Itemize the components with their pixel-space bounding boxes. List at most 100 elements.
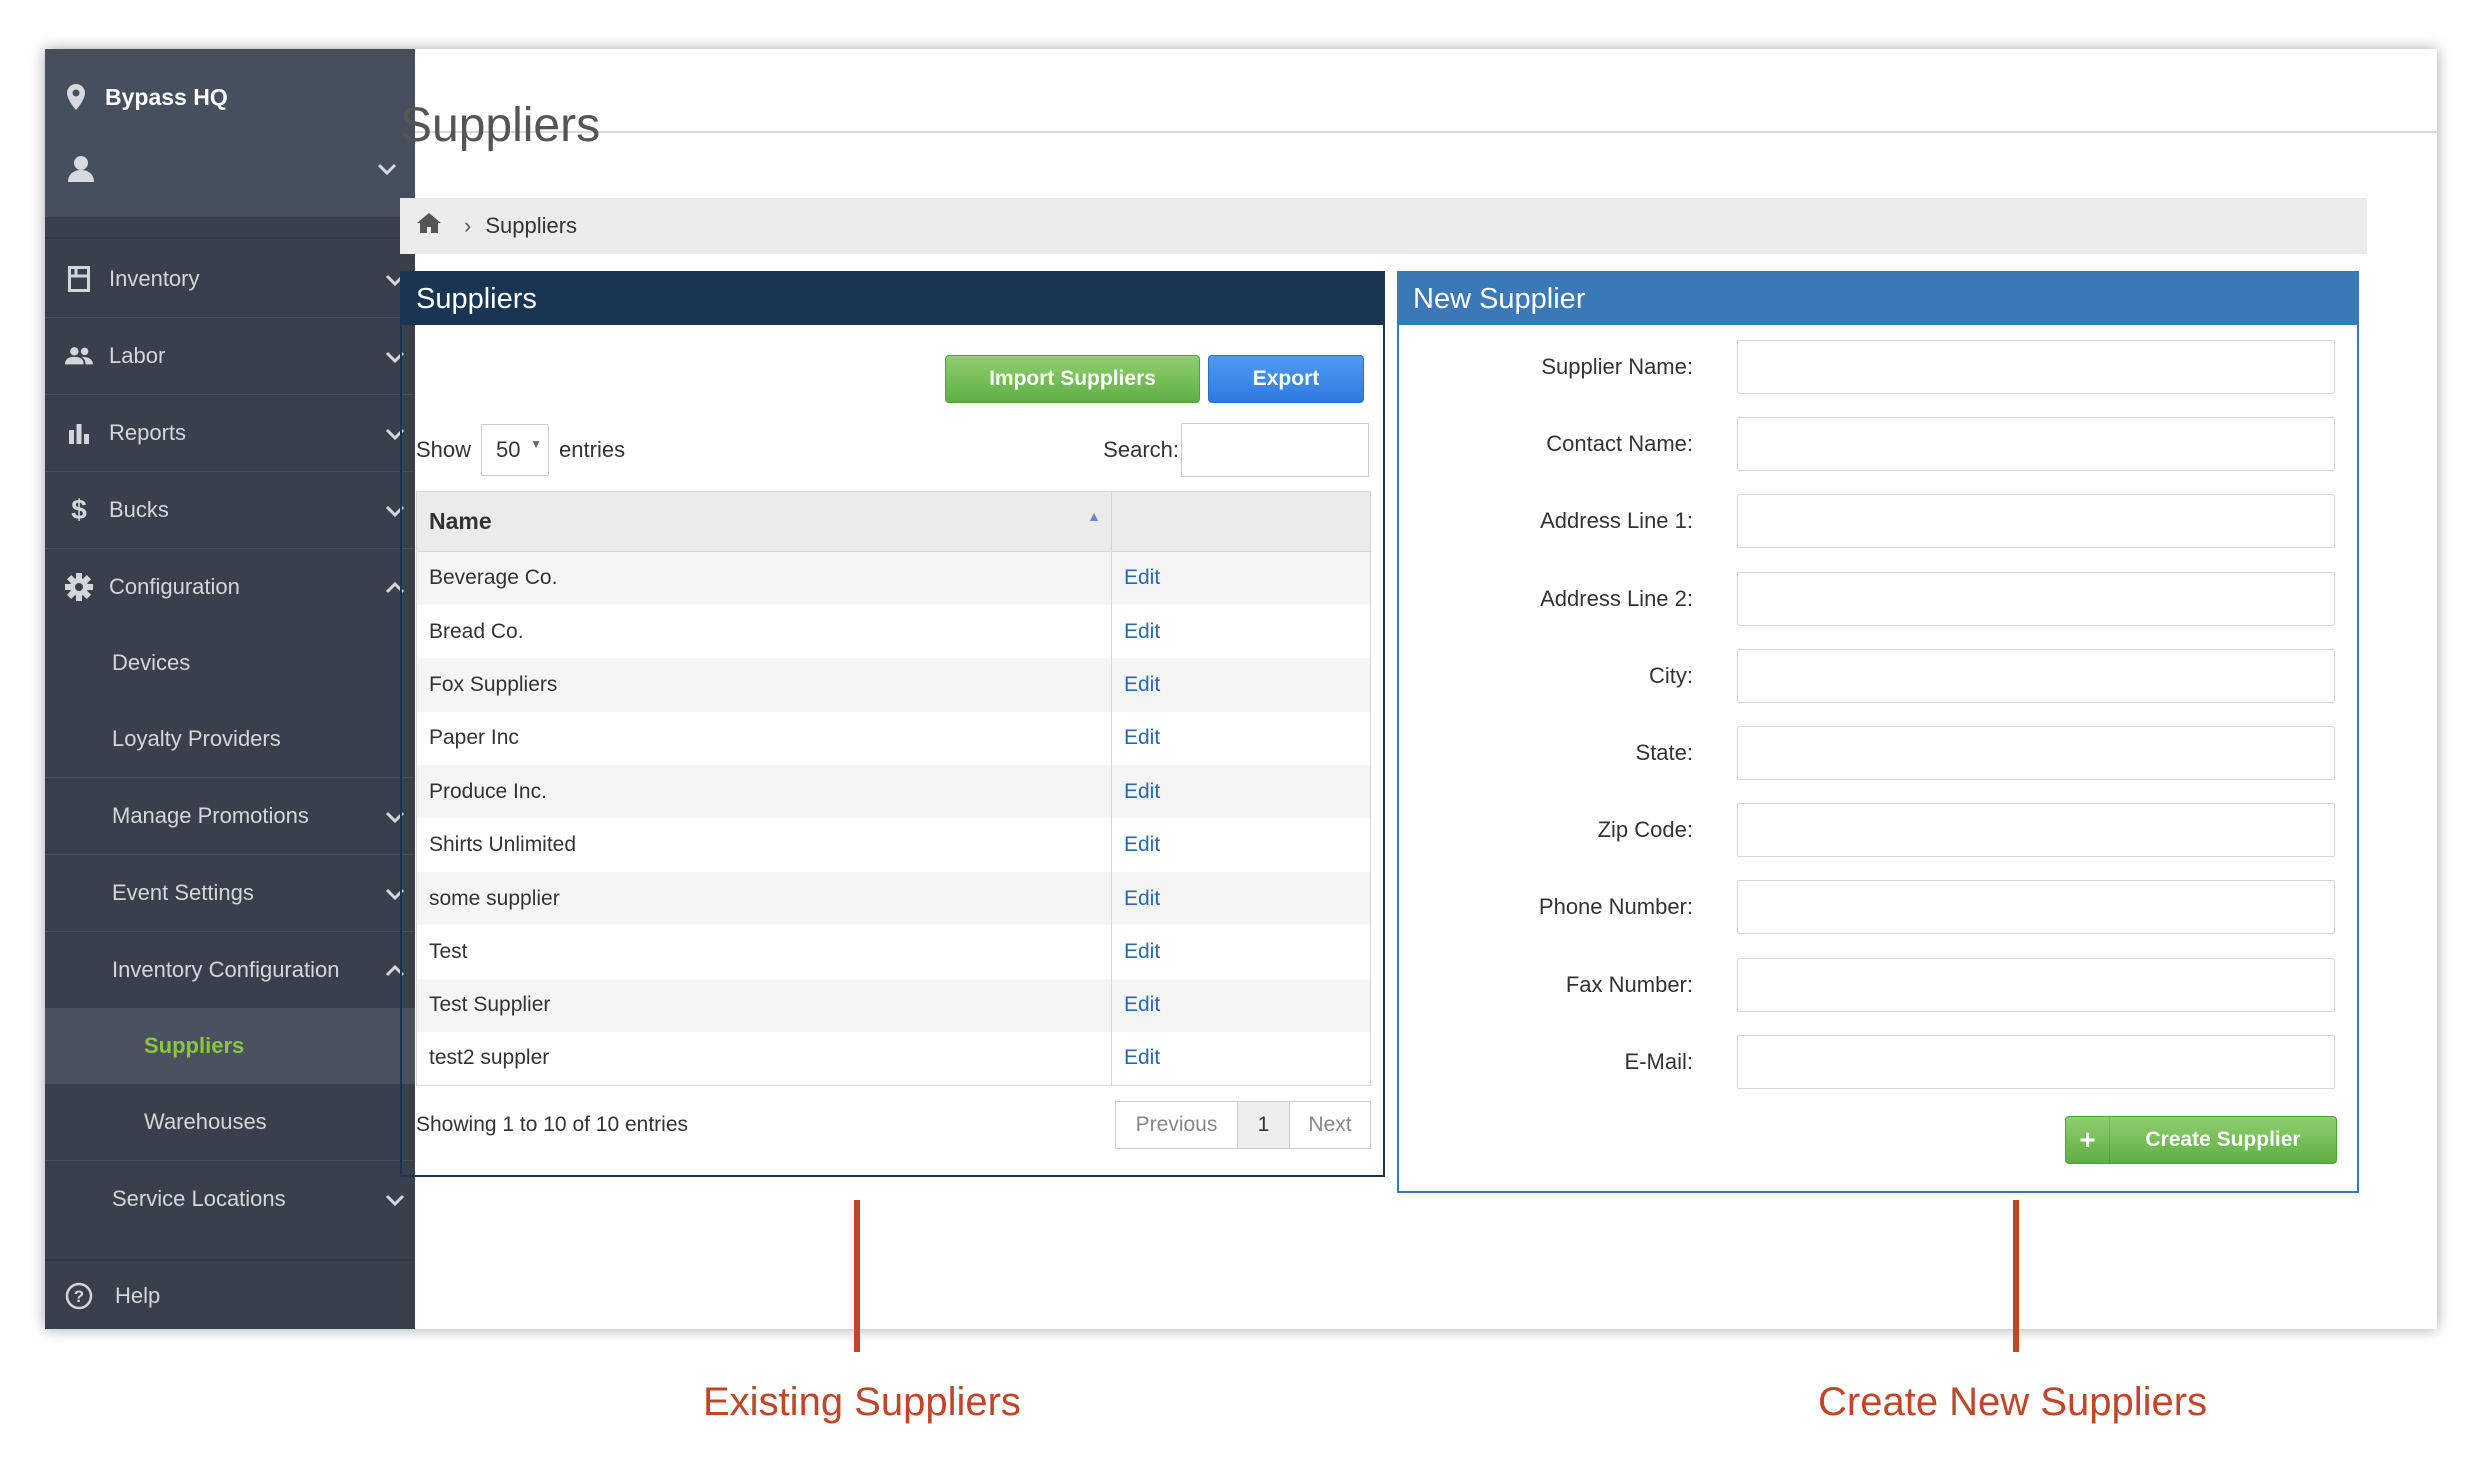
- form-row: Phone Number:: [1399, 880, 2357, 935]
- field-input[interactable]: [1737, 880, 2335, 935]
- stage: { "sidebar": { "location": "Bypass HQ", …: [0, 0, 2480, 1462]
- field-label: Supplier Name:: [1541, 354, 1693, 379]
- form-row: Fax Number:: [1399, 957, 2357, 1012]
- sidebar-item-label: Inventory Configuration: [112, 957, 340, 982]
- user-menu[interactable]: [67, 149, 397, 189]
- field-input[interactable]: [1737, 957, 2335, 1012]
- field-input[interactable]: [1737, 726, 2335, 780]
- sidebar-item-help[interactable]: ? Help: [45, 1263, 415, 1329]
- inventory-icon: [65, 265, 93, 293]
- sidebar-item-labor[interactable]: Labor: [45, 318, 415, 394]
- top-bar: [415, 49, 2437, 133]
- edit-link[interactable]: Edit: [1111, 765, 1371, 819]
- map-pin-icon: [67, 84, 85, 110]
- table-row: Beverage Co. Edit: [416, 551, 1371, 605]
- panel-title: Suppliers: [402, 273, 1383, 325]
- form-row: State:: [1399, 726, 2357, 780]
- field-label: Address Line 2:: [1540, 585, 1693, 611]
- field-label: Phone Number:: [1538, 894, 1693, 920]
- column-header-name[interactable]: Name ▲: [416, 491, 1112, 552]
- form-row: Address Line 2:: [1399, 571, 2357, 626]
- sidebar: Bypass HQ Inventory Labor Reports $ Buck…: [45, 49, 415, 1329]
- location-selector[interactable]: Bypass HQ: [67, 77, 228, 117]
- supplier-name-cell: Beverage Co.: [416, 551, 1112, 605]
- table-row: test2 suppler Edit: [416, 1032, 1371, 1086]
- sidebar-item-label: Manage Promotions: [112, 803, 309, 828]
- bar-chart-icon: [65, 419, 93, 447]
- form-row: Supplier Name:: [1399, 340, 2357, 394]
- form-row: Contact Name:: [1399, 417, 2357, 472]
- search-input[interactable]: [1181, 423, 1369, 477]
- entries-value: 50: [496, 437, 521, 462]
- new-supplier-panel: New Supplier Supplier Name: Contact Name:…: [1397, 271, 2359, 1193]
- sidebar-item-label: Labor: [109, 343, 166, 368]
- form-row: Address Line 1:: [1399, 494, 2357, 549]
- edit-link[interactable]: Edit: [1111, 925, 1371, 979]
- sidebar-item-label: Suppliers: [144, 1033, 245, 1058]
- chevron-down-icon: [377, 163, 397, 175]
- dollar-icon: $: [71, 494, 87, 525]
- edit-link[interactable]: Edit: [1111, 551, 1371, 605]
- field-label: City:: [1649, 662, 1693, 688]
- annotation-line-right: [2013, 1200, 2019, 1352]
- supplier-name-cell: Test Supplier: [416, 978, 1112, 1033]
- edit-link[interactable]: Edit: [1111, 711, 1371, 766]
- create-supplier-button[interactable]: + Create Supplier: [2065, 1116, 2337, 1164]
- sidebar-item-bucks[interactable]: $ Bucks: [45, 472, 415, 548]
- field-input[interactable]: [1737, 340, 2335, 394]
- field-input[interactable]: [1737, 494, 2335, 549]
- edit-link[interactable]: Edit: [1111, 871, 1371, 926]
- previous-button[interactable]: Previous: [1116, 1102, 1238, 1148]
- supplier-name-cell: Test: [416, 925, 1112, 979]
- table-body: Beverage Co. Edit Bread Co. Edit Fox Supplie…: [416, 551, 1371, 1086]
- sidebar-item-reports[interactable]: Reports: [45, 395, 415, 471]
- field-input[interactable]: [1737, 648, 2335, 703]
- sidebar-item-warehouses[interactable]: Warehouses: [45, 1084, 415, 1160]
- edit-link[interactable]: Edit: [1111, 604, 1371, 659]
- field-input[interactable]: [1737, 417, 2335, 472]
- field-label: Address Line 1:: [1540, 508, 1693, 534]
- sidebar-item-service-locations[interactable]: Service Locations: [45, 1161, 415, 1237]
- edit-link[interactable]: Edit: [1111, 818, 1371, 872]
- sidebar-item-label: Configuration: [109, 574, 240, 599]
- sidebar-item-loyalty-providers[interactable]: Loyalty Providers: [45, 701, 415, 777]
- plus-icon: +: [2066, 1117, 2110, 1163]
- entries-select[interactable]: 50 ▼: [481, 424, 550, 476]
- form-row: Zip Code:: [1399, 803, 2357, 858]
- edit-link[interactable]: Edit: [1111, 1032, 1371, 1086]
- field-input[interactable]: [1737, 1034, 2335, 1089]
- breadcrumb-separator-icon: ›: [464, 213, 472, 238]
- page-button-1[interactable]: 1: [1238, 1102, 1290, 1148]
- form-row: E-Mail:: [1399, 1034, 2357, 1089]
- sidebar-item-event-settings[interactable]: Event Settings: [45, 855, 415, 931]
- sort-asc-icon: ▲: [1087, 508, 1101, 524]
- import-suppliers-button[interactable]: Import Suppliers: [945, 355, 1200, 403]
- home-icon[interactable]: [416, 212, 442, 240]
- annotation-line-left: [854, 1200, 860, 1352]
- edit-link[interactable]: Edit: [1111, 658, 1371, 712]
- field-label: Zip Code:: [1597, 817, 1693, 843]
- sidebar-item-configuration[interactable]: Configuration: [45, 549, 415, 625]
- sidebar-item-devices[interactable]: Devices: [45, 625, 415, 701]
- field-input[interactable]: [1737, 571, 2335, 626]
- export-button[interactable]: Export: [1208, 355, 1364, 403]
- create-supplier-label: Create Supplier: [2145, 1128, 2301, 1151]
- sidebar-divider: [45, 1259, 415, 1261]
- sidebar-item-suppliers[interactable]: Suppliers: [45, 1008, 415, 1084]
- edit-link[interactable]: Edit: [1111, 978, 1371, 1033]
- sidebar-item-manage-promotions[interactable]: Manage Promotions: [45, 778, 415, 854]
- sidebar-item-inventory-configuration[interactable]: Inventory Configuration: [45, 932, 415, 1008]
- people-icon: [65, 342, 93, 370]
- breadcrumb-current: Suppliers: [485, 213, 578, 238]
- show-label: Show: [416, 437, 472, 462]
- next-button[interactable]: Next: [1290, 1102, 1370, 1148]
- user-icon: [68, 156, 94, 182]
- suppliers-panel: Suppliers Import Suppliers Export Show 5…: [400, 271, 1385, 1177]
- sidebar-item-label: Bucks: [109, 497, 169, 522]
- sidebar-item-inventory[interactable]: Inventory: [45, 241, 415, 317]
- supplier-name-cell: Produce Inc.: [416, 765, 1112, 819]
- table-row: some supplier Edit: [416, 871, 1371, 926]
- field-label: Contact Name:: [1546, 431, 1693, 457]
- field-input[interactable]: [1737, 803, 2335, 858]
- entries-length-control: Show 50 ▼ entries: [416, 423, 625, 477]
